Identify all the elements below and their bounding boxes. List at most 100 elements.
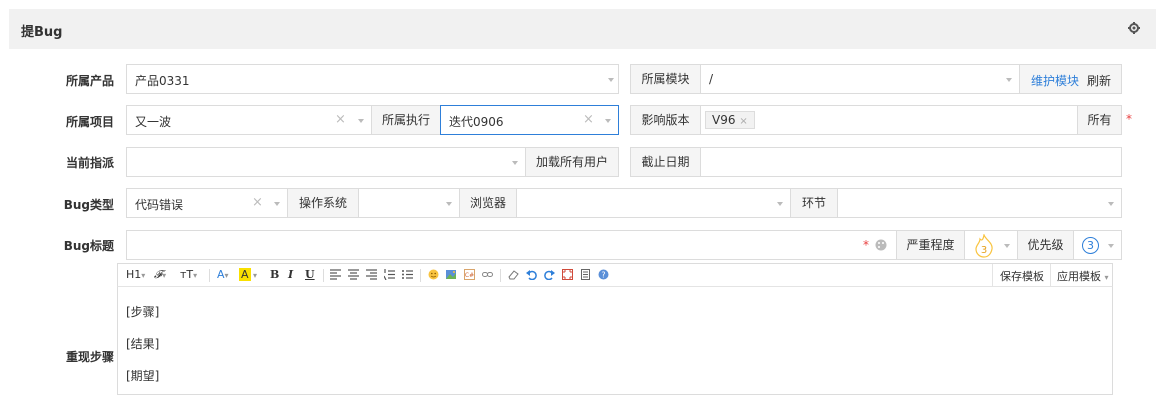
undo-icon[interactable] — [526, 269, 537, 280]
chevron-down-icon — [605, 119, 611, 123]
align-right-icon[interactable] — [366, 269, 377, 280]
image-icon[interactable] — [446, 269, 457, 280]
all-versions-button[interactable]: 所有 — [1077, 105, 1122, 135]
bug-type-label: Bug类型 — [63, 198, 114, 212]
severity-label: 严重程度 — [896, 230, 965, 260]
clear-icon[interactable]: × — [335, 112, 346, 127]
editor-toolbar: H1▾ 𝓕▾ тT▾ A▾ A ▾ B I U C# ? 保存模板 应用模板 ▾ — [117, 263, 1113, 287]
priority-value: 3 — [1082, 237, 1099, 254]
chevron-down-icon — [274, 202, 280, 206]
underline-button[interactable]: U — [305, 268, 315, 281]
browser-label: 浏览器 — [459, 188, 517, 218]
env-label: 环节 — [790, 188, 838, 218]
steps-editor[interactable]: [步骤] [结果] [期望] — [117, 287, 1113, 395]
toolbar-divider — [323, 269, 324, 282]
product-value: 产品0331 — [135, 74, 190, 88]
priority-label: 优先级 — [1017, 230, 1074, 260]
product-select[interactable]: 产品0331 — [126, 64, 619, 94]
help-icon[interactable]: ? — [598, 269, 609, 280]
svg-text:?: ? — [601, 271, 605, 280]
priority-select[interactable]: 3 — [1073, 230, 1122, 260]
assign-select[interactable] — [126, 147, 526, 177]
toolbar-divider — [992, 264, 993, 286]
chevron-down-icon[interactable]: ▾ — [253, 271, 257, 280]
deadline-label: 截止日期 — [630, 147, 701, 177]
bug-title-input[interactable]: * — [126, 230, 897, 260]
execution-value: 迭代0906 — [449, 115, 504, 129]
clear-icon[interactable]: × — [583, 112, 594, 127]
chevron-down-icon — [1006, 78, 1012, 82]
remove-tag-icon[interactable]: × — [739, 116, 747, 127]
fullscreen-icon[interactable] — [562, 269, 573, 280]
severity-value: 3 — [981, 245, 987, 256]
bug-type-value: 代码错误 — [135, 198, 184, 212]
toolbar-divider — [1050, 264, 1051, 286]
required-mark: * — [1126, 112, 1132, 126]
unordered-list-icon[interactable] — [402, 269, 413, 280]
os-select[interactable] — [358, 188, 460, 218]
align-center-icon[interactable] — [348, 269, 359, 280]
editor-line: [结果] — [126, 337, 160, 351]
module-label: 所属模块 — [630, 64, 701, 94]
refresh-link[interactable]: 刷新 — [1087, 72, 1111, 89]
version-label: 影响版本 — [630, 105, 701, 135]
chevron-down-icon — [1108, 202, 1114, 206]
load-all-users-button[interactable]: 加载所有用户 — [525, 147, 619, 177]
bg-color-button[interactable]: A — [239, 268, 251, 281]
execution-select[interactable]: 迭代0906 × — [440, 105, 619, 135]
gear-icon[interactable] — [1128, 22, 1140, 34]
bug-type-select[interactable]: 代码错误 × — [126, 188, 288, 218]
heading-button[interactable]: H1▾ — [126, 268, 145, 281]
code-icon[interactable]: C# — [464, 269, 475, 280]
env-select[interactable] — [837, 188, 1122, 218]
chevron-down-icon — [1108, 244, 1114, 248]
redo-icon[interactable] — [544, 269, 555, 280]
eraser-icon[interactable] — [508, 269, 519, 280]
project-select[interactable]: 又一波 × — [126, 105, 372, 135]
severity-select[interactable]: 3 — [964, 230, 1018, 260]
bug-title-label: Bug标题 — [63, 239, 114, 253]
module-select[interactable]: / — [700, 64, 1020, 94]
panel-title: 提Bug — [21, 25, 63, 40]
font-size-button[interactable]: тT▾ — [180, 268, 197, 281]
chevron-down-icon — [1004, 244, 1010, 248]
flame-icon: 3 — [975, 234, 993, 258]
chevron-down-icon — [512, 161, 518, 165]
chevron-down-icon — [608, 78, 614, 82]
svg-text:C#: C# — [465, 272, 474, 279]
version-tag: V96 × — [705, 111, 755, 129]
ordered-list-icon[interactable] — [384, 269, 395, 280]
toolbar-divider — [209, 269, 210, 282]
save-template-button[interactable]: 保存模板 — [1000, 268, 1044, 284]
palette-icon[interactable] — [875, 239, 887, 251]
version-select[interactable]: V96 × — [700, 105, 1078, 135]
emoji-icon[interactable] — [428, 269, 439, 280]
project-value: 又一波 — [135, 115, 172, 129]
deadline-input[interactable] — [700, 147, 1122, 177]
execution-label: 所属执行 — [371, 105, 441, 135]
bold-button[interactable]: B — [270, 268, 279, 281]
template-icon[interactable] — [580, 269, 591, 280]
font-family-button[interactable]: 𝓕▾ — [154, 268, 166, 282]
editor-line: [期望] — [126, 369, 160, 383]
steps-label: 重现步骤 — [65, 350, 114, 364]
module-value: / — [709, 72, 714, 86]
link-icon[interactable] — [482, 269, 493, 280]
apply-template-button[interactable]: 应用模板 ▾ — [1057, 268, 1109, 284]
toolbar-divider — [500, 269, 501, 282]
chevron-down-icon — [358, 119, 364, 123]
os-label: 操作系统 — [287, 188, 359, 218]
project-label: 所属项目 — [65, 115, 114, 129]
module-actions: 维护模块 刷新 — [1019, 64, 1122, 94]
required-mark: * — [863, 238, 869, 252]
browser-select[interactable] — [516, 188, 791, 218]
align-left-icon[interactable] — [330, 269, 341, 280]
product-label: 所属产品 — [65, 74, 114, 88]
assign-label: 当前指派 — [65, 156, 114, 170]
font-color-button[interactable]: A▾ — [217, 268, 229, 281]
clear-icon[interactable]: × — [252, 195, 263, 210]
chevron-down-icon — [446, 202, 452, 206]
toolbar-divider — [420, 269, 421, 282]
italic-button[interactable]: I — [288, 268, 293, 281]
maintain-module-link[interactable]: 维护模块 — [1031, 72, 1079, 89]
